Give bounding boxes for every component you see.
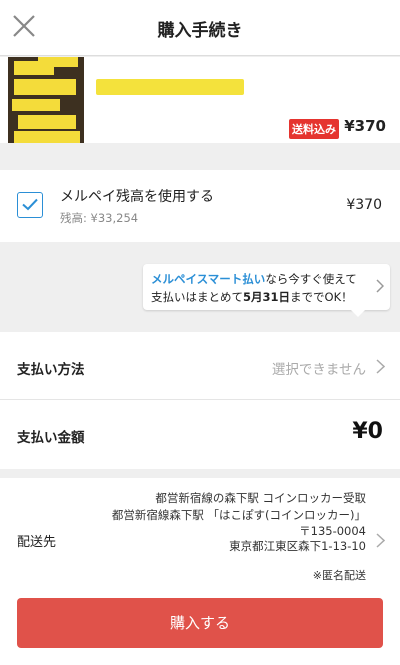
anonymous-shipping-note: ※匿名配送: [312, 569, 366, 582]
item-thumbnail: [8, 57, 84, 143]
balance-option-label: メルペイ残高を使用する: [60, 189, 214, 205]
payment-method-value: 選択できません: [271, 362, 366, 378]
shipping-line: 都営新宿線の森下駅 コインロッカー受取: [155, 491, 366, 505]
header-bar: 購入手続き: [0, 0, 400, 56]
chevron-right-icon: [376, 279, 384, 293]
payment-method-label: 支払い方法: [17, 362, 85, 378]
payment-amount-value: ¥0: [352, 419, 383, 444]
promo-text: なら今すぐ使えて: [265, 272, 357, 286]
payment-section: 支払い方法 選択できません 支払い金額 ¥0: [0, 332, 400, 469]
shipping-line: 都営新宿線森下駅 「はこぽす(コインロッカー)」: [111, 508, 366, 522]
item-price: ¥370: [344, 117, 386, 135]
item-name-redacted: [96, 79, 244, 95]
chevron-right-icon: [376, 533, 385, 548]
promo-line-2: 支払いはまとめて5月31日まででOK！: [151, 289, 353, 305]
payment-method-row[interactable]: 支払い方法 選択できません: [0, 332, 400, 400]
shipping-address-row[interactable]: 配送先 都営新宿線の森下駅 コインロッカー受取 都営新宿線森下駅 「はこぽす(コ…: [0, 478, 400, 588]
page-title: 購入手続き: [157, 21, 243, 41]
checkmark-icon: [22, 198, 38, 211]
shipping-postal-code: 〒135-0004: [299, 524, 366, 538]
bottom-action-bar: 購入する: [0, 588, 400, 665]
payment-amount-label: 支払い金額: [17, 430, 85, 446]
purchase-button[interactable]: 購入する: [17, 598, 383, 648]
promo-text: まででOK！: [290, 290, 353, 304]
item-summary: [0, 57, 400, 143]
smart-pay-link[interactable]: メルペイスマート払い: [151, 272, 265, 286]
balance-option-row[interactable]: メルペイ残高を使用する 残高: ¥33,254 ¥370: [0, 170, 400, 242]
balance-remaining: 残高: ¥33,254: [60, 211, 139, 225]
smart-pay-promo[interactable]: メルペイスマート払いなら今すぐ使えて 支払いはまとめて5月31日まででOK！: [143, 264, 390, 317]
chevron-right-icon: [376, 359, 385, 374]
payment-amount-row: 支払い金額 ¥0: [0, 401, 400, 469]
purchase-screen: 購入手続き 送料込み ¥370 メルペイ残高を使用する 残高: ¥33,254 …: [0, 0, 400, 665]
promo-deadline: 5月31日: [243, 290, 291, 304]
shipping-label: 配送先: [17, 535, 57, 550]
balance-amount: ¥370: [346, 197, 382, 213]
balance-checkbox[interactable]: [17, 192, 43, 218]
promo-line-1: メルペイスマート払いなら今すぐ使えて: [151, 271, 357, 287]
shipping-address: 東京都江東区森下1-13-10: [229, 539, 366, 553]
shipping-included-badge: 送料込み: [289, 119, 339, 139]
promo-text: 支払いはまとめて: [151, 290, 243, 304]
